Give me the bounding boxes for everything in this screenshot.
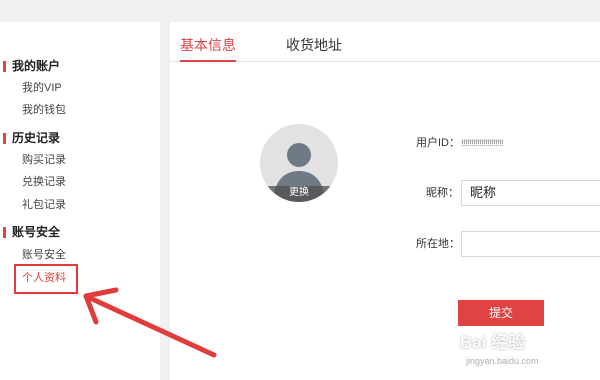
- profile-panel: 基本信息 收货地址 更换 用户ID： !!!!!!!!!!!!!!!!!!!!!…: [170, 22, 600, 380]
- watermark-url: jingyan.baidu.com: [466, 356, 539, 366]
- sidebar-item-gift-records[interactable]: 礼包记录: [22, 197, 66, 213]
- sidebar-item-purchase-records[interactable]: 购买记录: [22, 152, 66, 168]
- annotation-highlight-box: [14, 264, 78, 294]
- avatar-change-button[interactable]: 更换: [260, 186, 338, 202]
- nickname-field[interactable]: 昵称: [461, 180, 600, 206]
- sidebar-item-wallet[interactable]: 我的钱包: [22, 102, 66, 118]
- sidebar-item-redeem-records[interactable]: 兑换记录: [22, 174, 66, 190]
- uid-label: 用户ID：: [416, 137, 460, 149]
- watermark-logo: Bai 经验: [460, 333, 526, 352]
- sidebar: 我的账户 我的VIP 我的钱包 历史记录 购买记录 兑换记录 礼包记录 账号安全…: [0, 22, 160, 380]
- sidebar-group-account: 我的账户: [0, 58, 60, 74]
- sidebar-item-vip[interactable]: 我的VIP: [22, 80, 62, 96]
- tab-bar: 基本信息 收货地址: [170, 22, 600, 62]
- location-field[interactable]: [461, 231, 600, 257]
- tab-basic-info[interactable]: 基本信息: [180, 36, 236, 62]
- submit-button[interactable]: 提交: [458, 300, 544, 326]
- nickname-label: 昵称：: [426, 187, 459, 199]
- uid-value: !!!!!!!!!!!!!!!!!!!!!: [461, 138, 504, 148]
- sidebar-item-account-security[interactable]: 账号安全: [22, 247, 66, 263]
- sidebar-group-security: 账号安全: [0, 224, 60, 240]
- location-label: 所在地：: [416, 238, 460, 250]
- baidu-jingyan-watermark: Bai 经验 jingyan.baidu.com: [460, 328, 600, 380]
- tab-shipping-address[interactable]: 收货地址: [286, 36, 342, 62]
- sidebar-group-history: 历史记录: [0, 130, 60, 146]
- avatar[interactable]: 更换: [260, 124, 338, 202]
